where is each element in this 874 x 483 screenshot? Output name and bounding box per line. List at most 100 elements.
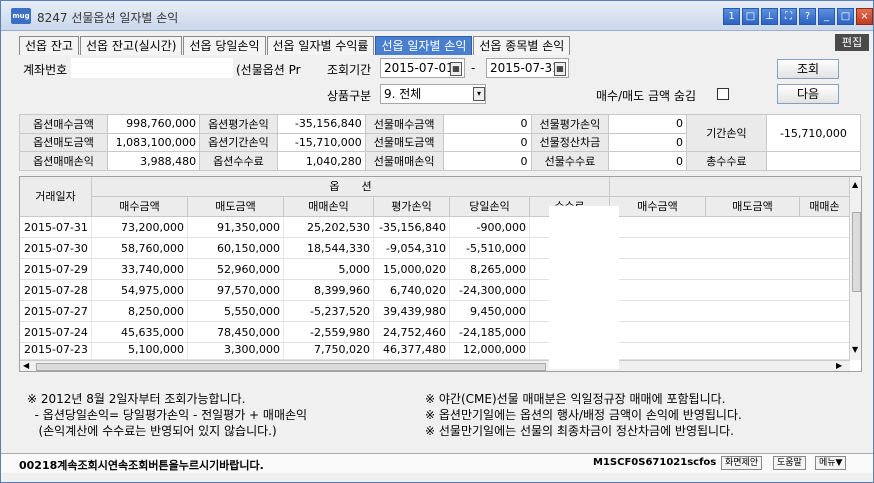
col-opt-day: 당일손익 (450, 197, 530, 217)
vertical-scrollbar[interactable]: ▲ ▼ (849, 177, 861, 360)
cell-sell: 52,960,000 (188, 259, 284, 280)
cell-buy: 33,740,000 (92, 259, 188, 280)
scroll-right-icon[interactable]: ▶ (836, 361, 842, 370)
search-button[interactable]: 조회 (777, 59, 839, 79)
cell-trade: 18,544,330 (284, 238, 374, 259)
col-fut-sell: 매도금액 (706, 197, 800, 217)
period-pl-label: 기간손익 (686, 113, 767, 153)
summary-value: 0 (442, 132, 532, 153)
summary-label: 옵션매도금액 (19, 132, 108, 153)
table-row[interactable]: 2015-07-27 8,250,000 5,550,000 -5,237,52… (20, 301, 850, 322)
table-row[interactable]: 2015-07-30 58,760,000 60,150,000 18,544,… (20, 238, 850, 259)
summary-label: 선물수수료 (530, 151, 610, 171)
summary-label: 선물매도금액 (364, 132, 444, 153)
table-row[interactable]: 2015-07-31 73,200,000 91,350,000 25,202,… (20, 217, 850, 238)
summary-label: 옵션평가손익 (199, 114, 278, 134)
calendar-icon[interactable]: ▦ (450, 62, 462, 76)
summary-value: 0 (442, 151, 532, 171)
cell-eval: 39,439,980 (374, 301, 450, 322)
chevron-down-icon[interactable]: ▾ (473, 87, 485, 101)
next-button[interactable]: 다음 (777, 84, 839, 104)
help-menu-button[interactable]: 도움말 (773, 456, 806, 470)
pin-button[interactable]: ⊥ (761, 8, 778, 25)
account-label: 계좌번호 (23, 63, 68, 77)
layout-button[interactable]: □ (742, 8, 759, 25)
scroll-down-icon[interactable]: ▼ (852, 345, 858, 354)
total-fee-label: 총수수료 (686, 151, 767, 171)
menu-button[interactable]: 메뉴▼ (815, 456, 847, 470)
cell-sell: 91,350,000 (188, 217, 284, 238)
scroll-thumb[interactable] (852, 212, 861, 292)
cell-day: -900,000 (450, 217, 530, 238)
summary-value: -15,710,000 (276, 132, 366, 153)
cell-trade: 8,399,960 (284, 280, 374, 301)
close-button[interactable]: × (856, 8, 873, 25)
link-1-button[interactable]: 1 (723, 8, 740, 25)
cell-date: 2015-07-30 (20, 238, 92, 259)
edit-button[interactable]: 편집 (835, 34, 869, 51)
cell-date: 2015-07-31 (20, 217, 92, 238)
screen-code: M1SCF0S671021scfos (593, 457, 717, 468)
hide-amount-checkbox[interactable] (717, 88, 729, 100)
grid-header: 거래일자 옵 션 매수금액 매도금액 매매손익 평가손익 당일손익 수수료 매수… (20, 177, 861, 217)
horizontal-scrollbar[interactable]: ◀ ▶ (20, 360, 850, 371)
cell-eval: 46,377,480 (374, 339, 450, 360)
hide-amount-label: 매수/매도 금액 숨김 (596, 89, 696, 103)
scroll-left-icon[interactable]: ◀ (23, 361, 29, 370)
note-line: ※ 2012년 8월 2일자부터 조회가능합니다. (27, 392, 246, 406)
cell-sell: 97,570,000 (188, 280, 284, 301)
tab-balance[interactable]: 선옵 잔고 (19, 36, 79, 55)
note-line: ※ 선물만기일에는 선물의 최종차금이 정산차금에 반영됩니다. (425, 424, 734, 438)
col-fut-trade: 매매손 (800, 197, 850, 217)
status-message: 00218계속조회시연속조회버튼을누르시기바랍니다. (19, 459, 264, 472)
summary-value: 998,760,000 (106, 114, 201, 134)
summary-value: 1,083,100,000 (106, 132, 201, 153)
cell-sell: 60,150,000 (188, 238, 284, 259)
cell-buy: 54,975,000 (92, 280, 188, 301)
resize-button[interactable]: ⛶ (780, 8, 797, 25)
hscroll-thumb[interactable] (36, 363, 546, 371)
screen-suggest-button[interactable]: 화면제안 (721, 456, 763, 470)
account-input[interactable] (71, 58, 233, 78)
table-row[interactable]: 2015-07-29 33,740,000 52,960,000 5,000 1… (20, 259, 850, 280)
tab-today-pl[interactable]: 선옵 당일손익 (183, 36, 266, 55)
cell-buy: 8,250,000 (92, 301, 188, 322)
maximize-button[interactable]: □ (837, 8, 854, 25)
product-label: 상품구분 (327, 89, 372, 103)
daily-pl-grid: 거래일자 옵 션 매수금액 매도금액 매매손익 평가손익 당일손익 수수료 매수… (19, 176, 862, 372)
note-line: ※ 야간(CME)선물 매매분은 익일정규장 매매에 포함됩니다. (425, 392, 726, 406)
col-group-future (610, 177, 850, 197)
product-select[interactable]: 9. 전체 (380, 84, 486, 104)
cell-buy: 73,200,000 (92, 217, 188, 238)
tab-daily-pl[interactable]: 선옵 일자별 손익 (375, 36, 473, 55)
tab-daily-return[interactable]: 선옵 일자별 수익률 (266, 36, 375, 55)
cell-day: 8,265,000 (450, 259, 530, 280)
cell-date: 2015-07-23 (20, 339, 92, 360)
cell-date: 2015-07-28 (20, 280, 92, 301)
cell-sell: 5,550,000 (188, 301, 284, 322)
window-title: 8247 선물옵션 일자별 손익 (37, 11, 179, 25)
account-name: (선물옵션 Pr (236, 63, 301, 77)
tab-item-pl[interactable]: 선옵 종목별 손익 (473, 36, 571, 55)
summary-label: 선물매매손익 (364, 151, 444, 171)
tab-balance-realtime[interactable]: 선옵 잔고(실시간) (79, 36, 183, 55)
app-logo: mug (11, 8, 31, 24)
calendar-icon[interactable]: ▦ (554, 62, 566, 76)
cell-eval: 15,000,020 (374, 259, 450, 280)
table-row[interactable]: 2015-07-28 54,975,000 97,570,000 8,399,9… (20, 280, 850, 301)
date-dash: - (471, 61, 476, 75)
minimize-button[interactable]: _ (818, 8, 835, 25)
table-row[interactable]: 2015-07-23 5,100,000 3,300,000 7,750,020… (20, 339, 850, 360)
summary-value: 0 (608, 114, 688, 134)
help-button[interactable]: ? (799, 8, 816, 25)
scroll-up-icon[interactable]: ▲ (852, 180, 858, 189)
summary-label: 선물평가손익 (530, 114, 610, 134)
summary-label: 선물매수금액 (364, 114, 444, 134)
summary-value: 1,040,280 (276, 151, 366, 171)
cell-day: 12,000,000 (450, 339, 530, 360)
summary-value: 0 (442, 114, 532, 134)
cell-eval: -9,054,310 (374, 238, 450, 259)
cell-day: -5,510,000 (450, 238, 530, 259)
cell-buy: 5,100,000 (92, 339, 188, 360)
cell-buy: 58,760,000 (92, 238, 188, 259)
